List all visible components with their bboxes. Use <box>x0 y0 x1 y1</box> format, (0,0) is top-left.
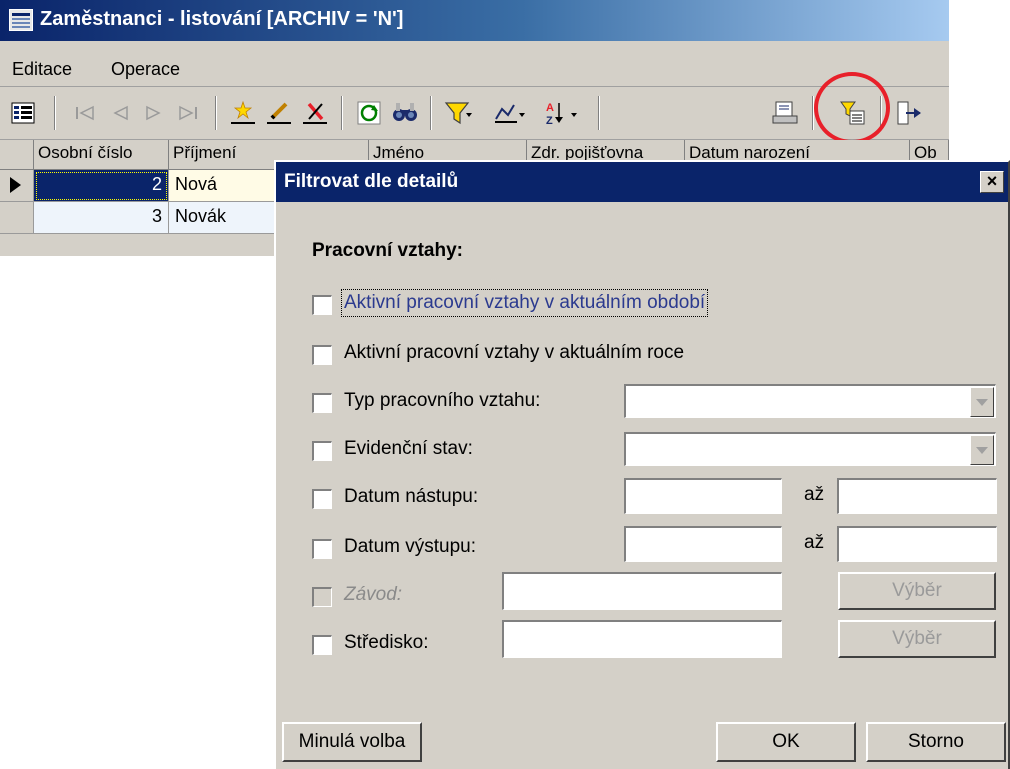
cancel-button[interactable]: Storno <box>866 722 1006 762</box>
label-type[interactable]: Typ pracovního vztahu: <box>344 390 540 412</box>
center-select-button: Výběr <box>838 620 996 658</box>
highlight-circle <box>814 72 890 144</box>
plant-field[interactable] <box>502 572 782 610</box>
last-record-icon[interactable] <box>171 96 205 130</box>
svg-text:Z: Z <box>546 115 553 127</box>
label-plant: Závod: <box>344 584 403 605</box>
type-dropdown[interactable] <box>624 384 996 418</box>
label-center[interactable]: Středisko: <box>344 632 428 654</box>
menu-editace[interactable]: Editace <box>12 59 72 80</box>
prev-record-icon[interactable] <box>103 96 137 130</box>
range-label: až <box>804 532 825 553</box>
edit-record-icon[interactable] <box>262 96 296 130</box>
next-record-icon[interactable] <box>137 96 171 130</box>
toolbar-separator <box>598 96 600 130</box>
first-record-icon[interactable] <box>69 96 103 130</box>
layout-icon[interactable] <box>6 96 40 130</box>
checkbox-active-year[interactable] <box>312 345 332 365</box>
section-title: Pracovní vztahy: <box>312 240 463 261</box>
toolbar-separator <box>215 96 217 130</box>
window-title: Zaměstnanci - listování [ARCHIV = 'N'] <box>40 8 404 30</box>
checkbox-status[interactable] <box>312 441 332 461</box>
chart-icon[interactable] <box>492 96 526 130</box>
refresh-icon[interactable] <box>352 96 386 130</box>
start-date-from-field[interactable] <box>624 478 782 514</box>
row-indicator[interactable] <box>0 202 34 234</box>
svg-text:A: A <box>546 102 554 114</box>
table-cell-number[interactable]: 3 <box>34 202 169 234</box>
dialog-title: Filtrovat dle detailů <box>284 171 459 192</box>
previous-choice-button[interactable]: Minulá volba <box>282 722 422 762</box>
checkbox-plant <box>312 587 332 607</box>
table-cell-number[interactable]: 2 <box>34 170 169 202</box>
print-icon[interactable] <box>768 96 802 130</box>
app-icon <box>9 9 33 31</box>
label-end-date[interactable]: Datum výstupu: <box>344 536 476 558</box>
range-label: až <box>804 484 825 505</box>
label-start-date[interactable]: Datum nástupu: <box>344 486 478 508</box>
label-status[interactable]: Evidenční stav: <box>344 438 473 460</box>
row-indicator[interactable] <box>0 170 34 202</box>
delete-record-icon[interactable] <box>298 96 332 130</box>
dropdown-arrow-icon[interactable] <box>970 435 994 465</box>
toolbar-separator <box>54 96 56 130</box>
checkbox-type[interactable] <box>312 393 332 413</box>
label-active-year[interactable]: Aktivní pracovní vztahy v aktuálním roce <box>344 342 684 364</box>
status-dropdown[interactable] <box>624 432 996 466</box>
label-active-period[interactable]: Aktivní pracovní vztahy v aktuálním obdo… <box>340 289 709 317</box>
title-bar[interactable]: Zaměstnanci - listování [ARCHIV = 'N'] <box>0 0 949 41</box>
end-date-from-field[interactable] <box>624 526 782 562</box>
start-date-to-field[interactable] <box>837 478 997 514</box>
checkbox-end-date[interactable] <box>312 539 332 559</box>
menu-operace[interactable]: Operace <box>111 59 180 80</box>
close-button[interactable]: × <box>980 171 1004 193</box>
checkbox-center[interactable] <box>312 635 332 655</box>
new-record-icon[interactable] <box>226 96 260 130</box>
ok-button[interactable]: OK <box>716 722 856 762</box>
dialog-title-bar[interactable]: Filtrovat dle detailů <box>276 162 1008 202</box>
column-header-osobni-cislo[interactable]: Osobní číslo <box>34 140 169 170</box>
checkbox-start-date[interactable] <box>312 489 332 509</box>
find-icon[interactable] <box>388 96 422 130</box>
filter-icon[interactable] <box>442 96 476 130</box>
filter-dialog: Filtrovat dle detailů × Pracovní vztahy:… <box>274 160 1010 769</box>
end-date-to-field[interactable] <box>837 526 997 562</box>
toolbar-separator <box>430 96 432 130</box>
current-row-icon <box>10 177 21 193</box>
sort-icon[interactable]: AZ <box>544 96 578 130</box>
toolbar-separator <box>341 96 343 130</box>
grid-corner <box>0 140 34 170</box>
center-field[interactable] <box>502 620 782 658</box>
dropdown-arrow-icon[interactable] <box>970 387 994 417</box>
exit-icon[interactable] <box>892 96 926 130</box>
checkbox-active-period[interactable] <box>312 295 332 315</box>
plant-select-button: Výběr <box>838 572 996 610</box>
